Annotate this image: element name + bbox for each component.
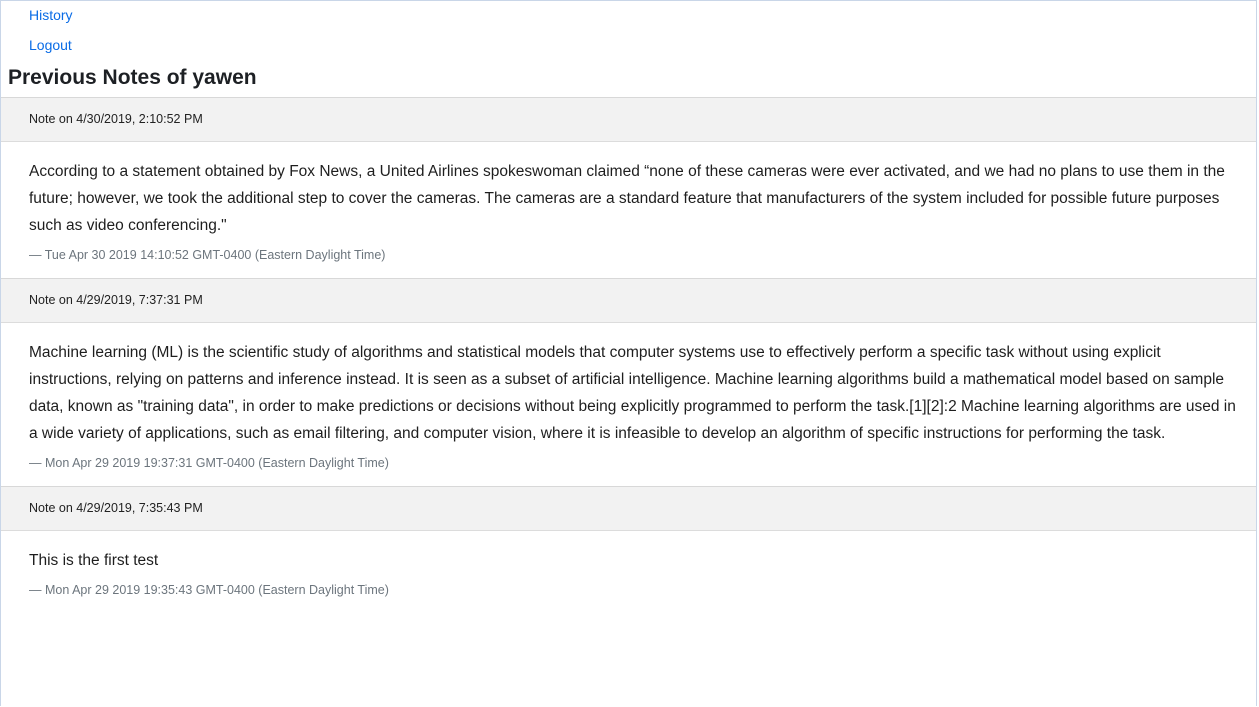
note-card: Note on 4/30/2019, 2:10:52 PM According … (1, 97, 1256, 278)
note-header: Note on 4/30/2019, 2:10:52 PM (1, 98, 1256, 142)
history-link[interactable]: History (29, 6, 1256, 24)
note-body: This is the first test — Mon Apr 29 2019… (1, 531, 1256, 613)
nav-links: History Logout (1, 1, 1256, 54)
note-header: Note on 4/29/2019, 7:37:31 PM (1, 279, 1256, 323)
note-timestamp: — Mon Apr 29 2019 19:37:31 GMT-0400 (Eas… (29, 456, 389, 470)
note-card: Note on 4/29/2019, 7:37:31 PM Machine le… (1, 278, 1256, 486)
notes-list: Note on 4/30/2019, 2:10:52 PM According … (1, 97, 1256, 613)
note-card: Note on 4/29/2019, 7:35:43 PM This is th… (1, 486, 1256, 613)
note-text: This is the first test (29, 552, 159, 569)
note-timestamp: — Tue Apr 30 2019 14:10:52 GMT-0400 (Eas… (29, 248, 386, 262)
note-header: Note on 4/29/2019, 7:35:43 PM (1, 487, 1256, 531)
logout-link[interactable]: Logout (29, 36, 1256, 54)
notes-page: History Logout Previous Notes of yawen N… (0, 0, 1257, 706)
note-text: Machine learning (ML) is the scientific … (29, 344, 1236, 442)
note-timestamp: — Mon Apr 29 2019 19:35:43 GMT-0400 (Eas… (29, 583, 389, 597)
note-text: According to a statement obtained by Fox… (29, 163, 1225, 234)
note-body: According to a statement obtained by Fox… (1, 142, 1256, 278)
page-title: Previous Notes of yawen (8, 66, 257, 89)
note-body: Machine learning (ML) is the scientific … (1, 323, 1256, 486)
